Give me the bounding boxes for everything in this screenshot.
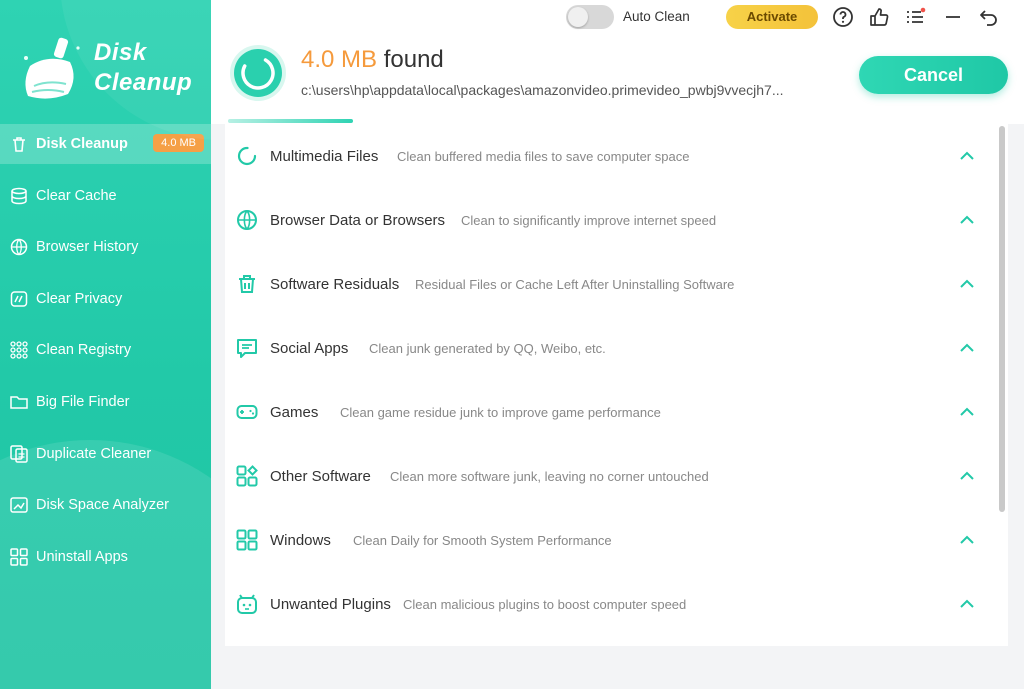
chevron-up-icon[interactable] <box>955 144 979 168</box>
scrollbar[interactable] <box>999 126 1005 512</box>
chevron-up-icon[interactable] <box>955 272 979 296</box>
category-description: Clean buffered media files to save compu… <box>397 148 690 164</box>
category-description: Clean malicious plugins to boost compute… <box>403 596 687 612</box>
sidebar-nav: Disk Cleanup 4.0 MB Clear Cache Browser … <box>0 124 211 588</box>
sidebar-item-clean-registry[interactable]: Clean Registry <box>0 330 211 370</box>
chevron-up-icon[interactable] <box>955 208 979 232</box>
scan-path: c:\users\hp\appdata\local\packages\amazo… <box>301 82 784 98</box>
windows-icon <box>235 528 259 552</box>
chevron-up-icon[interactable] <box>955 400 979 424</box>
category-name: Games <box>270 403 319 421</box>
found-label: found <box>383 46 444 73</box>
sidebar-item-label: Clear Cache <box>36 187 117 204</box>
category-description: Clean more software junk, leaving no cor… <box>390 468 709 484</box>
broom-logo-icon <box>24 37 80 99</box>
sidebar-item-disk-cleanup[interactable]: Disk Cleanup 4.0 MB <box>0 124 211 164</box>
category-row-games[interactable]: Games Clean game residue junk to improve… <box>225 380 1008 444</box>
trash-icon <box>9 134 29 154</box>
trash-icon <box>235 272 259 296</box>
sidebar-item-label: Uninstall Apps <box>36 548 128 565</box>
auto-clean-label: Auto Clean <box>623 9 690 24</box>
sidebar-item-label: Disk Cleanup <box>36 136 128 152</box>
help-icon[interactable] <box>832 6 854 28</box>
grid-dots-icon <box>9 340 29 360</box>
chevron-up-icon[interactable] <box>955 528 979 552</box>
sidebar-item-label: Big File Finder <box>36 393 130 410</box>
category-description: Clean game residue junk to improve game … <box>340 404 661 420</box>
sidebar: Disk Cleanup Disk Cleanup 4.0 MB Clear C… <box>0 0 211 689</box>
category-description: Residual Files or Cache Left After Unins… <box>415 276 735 292</box>
apps-icon <box>9 547 29 567</box>
found-size: 4.0 MB <box>301 46 378 73</box>
app-name-line1: Disk <box>94 39 147 66</box>
sidebar-item-big-file-finder[interactable]: Big File Finder <box>0 382 211 422</box>
category-row-unwanted-plugins[interactable]: Unwanted Plugins Clean malicious plugins… <box>225 572 1008 636</box>
category-row-social-apps[interactable]: Social Apps Clean junk generated by QQ, … <box>225 316 1008 380</box>
category-name: Windows <box>270 531 331 549</box>
category-row-other-software[interactable]: Other Software Clean more software junk,… <box>225 444 1008 508</box>
apps-icon <box>235 464 259 488</box>
app-name: Disk Cleanup <box>94 38 192 98</box>
privacy-icon <box>9 289 29 309</box>
spinner-icon <box>235 144 259 168</box>
found-summary: 4.0 MB found <box>301 46 444 74</box>
sidebar-item-label: Clear Privacy <box>36 290 123 307</box>
category-name: Unwanted Plugins <box>270 595 391 613</box>
disk-analyzer-icon <box>9 495 29 515</box>
menu-icon[interactable] <box>904 6 926 28</box>
chevron-up-icon[interactable] <box>955 464 979 488</box>
sidebar-item-browser-history[interactable]: Browser History <box>0 227 211 267</box>
category-row-software-residuals[interactable]: Software Residuals Residual Files or Cac… <box>225 252 1008 316</box>
back-icon[interactable] <box>978 6 1000 28</box>
scan-progress-fill <box>228 119 353 123</box>
sidebar-item-clear-cache[interactable]: Clear Cache <box>0 176 211 216</box>
database-icon <box>9 186 29 206</box>
folder-icon <box>9 392 29 412</box>
scan-progress-bar <box>228 119 1008 123</box>
category-description: Clean Daily for Smooth System Performanc… <box>353 532 612 548</box>
auto-clean-toggle[interactable] <box>566 5 614 29</box>
sidebar-item-clear-privacy[interactable]: Clear Privacy <box>0 279 211 319</box>
chevron-up-icon[interactable] <box>955 592 979 616</box>
activate-button[interactable]: Activate <box>726 5 818 29</box>
cancel-button[interactable]: Cancel <box>859 56 1008 94</box>
size-badge: 4.0 MB <box>153 134 204 152</box>
sidebar-item-label: Disk Space Analyzer <box>36 497 169 514</box>
globe-icon <box>235 208 259 232</box>
chat-icon <box>235 336 259 360</box>
sidebar-item-disk-space-analyzer[interactable]: Disk Space Analyzer <box>0 485 211 525</box>
app-name-line2: Cleanup <box>94 69 193 96</box>
category-name: Social Apps <box>270 339 349 357</box>
category-name: Other Software <box>270 467 371 485</box>
sidebar-item-label: Browser History <box>36 239 139 256</box>
category-list: Multimedia Files Clean buffered media fi… <box>225 124 1008 646</box>
sidebar-item-label: Clean Registry <box>36 342 132 359</box>
category-row-browser-data[interactable]: Browser Data or Browsers Clean to signif… <box>225 188 1008 252</box>
category-name: Multimedia Files <box>270 147 379 165</box>
chevron-up-icon[interactable] <box>955 336 979 360</box>
thumbs-up-icon[interactable] <box>868 6 890 28</box>
sidebar-item-uninstall-apps[interactable]: Uninstall Apps <box>0 537 211 577</box>
duplicate-icon <box>9 444 29 464</box>
category-row-multimedia-files[interactable]: Multimedia Files Clean buffered media fi… <box>225 124 1008 188</box>
toggle-knob <box>568 7 588 27</box>
brand: Disk Cleanup <box>18 30 208 110</box>
scan-progress-ring-icon <box>230 45 286 101</box>
sidebar-item-label: Duplicate Cleaner <box>36 445 152 462</box>
category-description: Clean to significantly improve internet … <box>461 212 717 228</box>
gamepad-icon <box>235 400 259 424</box>
globe-icon <box>9 237 29 257</box>
minimize-icon[interactable] <box>942 6 964 28</box>
category-description: Clean junk generated by QQ, Weibo, etc. <box>369 340 606 356</box>
category-name: Browser Data or Browsers <box>270 211 446 229</box>
sidebar-item-duplicate-cleaner[interactable]: Duplicate Cleaner <box>0 434 211 474</box>
category-name: Software Residuals <box>270 275 400 293</box>
category-row-windows[interactable]: Windows Clean Daily for Smooth System Pe… <box>225 508 1008 572</box>
plugin-icon <box>235 592 259 616</box>
